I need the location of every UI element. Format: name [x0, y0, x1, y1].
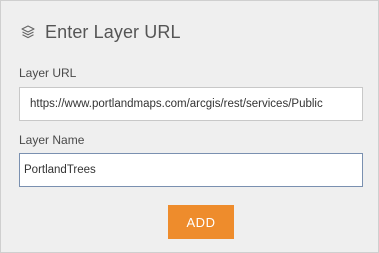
- add-button[interactable]: ADD: [168, 205, 234, 239]
- layer-name-input[interactable]: [20, 154, 362, 186]
- enter-layer-url-panel: Enter Layer URL Layer URL Layer Name ADD: [0, 0, 379, 253]
- layers-icon: [19, 23, 37, 41]
- layer-url-label: Layer URL: [19, 66, 77, 80]
- layer-name-field-wrapper: [19, 153, 363, 187]
- layer-name-label: Layer Name: [19, 133, 85, 147]
- dialog-header: Enter Layer URL: [19, 18, 181, 46]
- dialog-title: Enter Layer URL: [45, 21, 181, 42]
- layer-url-field-wrapper: [19, 87, 363, 121]
- layer-url-input[interactable]: [20, 88, 362, 120]
